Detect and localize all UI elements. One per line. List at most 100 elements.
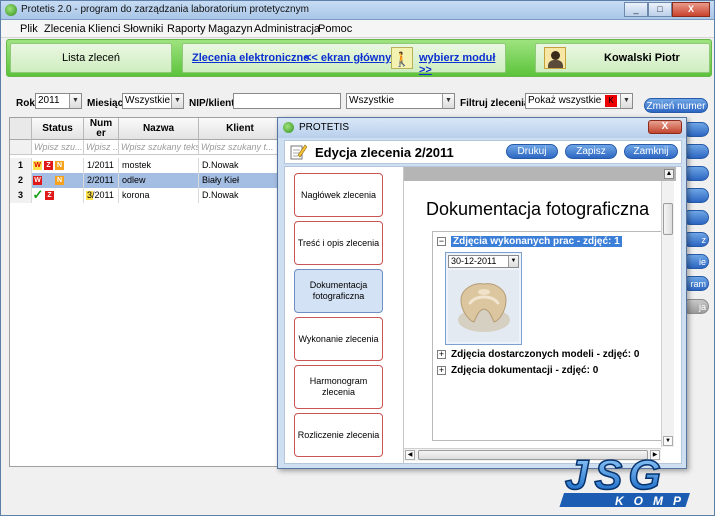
tree-node-wykonane[interactable]: − Zdjęcia wykonanych prac - zdjęć: 1 <box>437 236 622 247</box>
klient-cell: Biały Kieł <box>199 173 280 188</box>
menu-plik[interactable]: Plik <box>20 23 38 35</box>
menu-raporty[interactable]: Raporty <box>167 23 206 35</box>
photo-tree: − Zdjęcia wykonanych prac - zdjęć: 1 30-1… <box>432 231 664 441</box>
status-column-header[interactable]: Status <box>32 118 84 140</box>
orders-table: Status Numer Nazwa Klient Wpisz szu... W… <box>9 117 281 467</box>
status-select[interactable]: Wszystkie ▼ <box>346 93 455 109</box>
klient-column-header[interactable]: Klient <box>199 118 280 140</box>
walking-person-icon[interactable]: 🚶 <box>391 47 413 69</box>
nazwa-column-header[interactable]: Nazwa <box>119 118 199 140</box>
collapse-icon: − <box>437 235 446 246</box>
numer-column-header[interactable]: Numer <box>84 118 119 140</box>
title-bar: Protetis 2.0 - program do zarządzania la… <box>1 1 714 20</box>
zlecenia-elektroniczne-link[interactable]: Zlecenia elektroniczne <box>192 52 309 64</box>
status-cell: W N <box>32 173 84 188</box>
menu-magazyn[interactable]: Magazyn <box>208 23 253 35</box>
dialog-body: Nagłówek zlecenia Treść i opis zlecenia … <box>284 166 682 464</box>
miesiac-select[interactable]: Wszystkie ▼ <box>122 93 184 109</box>
tree-node-modele[interactable]: + Zdjęcia dostarczonych modeli - zdjęć: 0 <box>437 349 639 360</box>
klient-cell: D.Nowak <box>199 158 280 173</box>
photo-date-select[interactable]: 30-12-2011 ▼ <box>448 255 519 268</box>
menu-slowniki[interactable]: Słowniki <box>123 23 163 35</box>
menu-klienci[interactable]: Klienci <box>88 23 120 35</box>
nip-label: NIP/klient <box>189 98 235 109</box>
status-cell: W Z N <box>32 158 84 173</box>
module-navigation: Zlecenia elektroniczne << ekran główny 🚶… <box>182 43 506 76</box>
minimize-button[interactable]: _ <box>624 2 648 17</box>
menu-pomoc[interactable]: Pomoc <box>318 23 352 35</box>
status-w-badge: W <box>33 176 42 185</box>
status-filter-input[interactable]: Wpisz szu... <box>32 140 84 155</box>
dialog-title: PROTETIS <box>299 122 350 133</box>
chevron-down-icon: ▼ <box>508 256 518 267</box>
rok-label: Rok <box>16 98 35 109</box>
tab-naglowek[interactable]: Nagłówek zlecenia <box>294 173 383 217</box>
filtruj-label: Filtruj zlecenia <box>460 98 530 109</box>
tab-tresc[interactable]: Treść i opis zlecenia <box>294 221 383 265</box>
klient-filter-input[interactable]: Wpisz szukany t... <box>199 140 280 155</box>
row-number: 3 <box>10 188 32 203</box>
tab-content-panel: ▲ Dokumentacja fotograficzna − Zdjęcia wy… <box>403 167 676 463</box>
status-w-badge: W <box>33 161 42 170</box>
close-dialog-button[interactable]: Zamknij <box>624 144 678 159</box>
status-z-badge: Z <box>44 161 53 170</box>
miesiac-label: Miesiąc <box>87 98 124 109</box>
app-icon <box>283 122 294 133</box>
tree-node-dokumentacja[interactable]: + Zdjęcia dokumentacji - zdjęć: 0 <box>437 365 598 376</box>
tab-dokumentacja[interactable]: Dokumentacja fotograficzna <box>294 269 383 313</box>
lista-zlecen-button[interactable]: Lista zleceń <box>10 43 172 73</box>
svg-text:JSG: JSG <box>565 453 667 498</box>
vertical-scrollbar[interactable]: ▼ <box>661 181 674 447</box>
chevron-down-icon: ▼ <box>620 94 632 108</box>
photo-card[interactable]: 30-12-2011 ▼ <box>445 252 522 345</box>
klient-cell: D.Nowak <box>199 188 280 203</box>
tab-wykonanie[interactable]: Wykonanie zlecenia <box>294 317 383 361</box>
zmien-numer-button[interactable]: Zmień numer <box>644 98 708 113</box>
row-number: 1 <box>10 158 32 173</box>
filtruj-select[interactable]: Pokaż wszystkie K ▼ <box>525 93 633 109</box>
dialog-header: Edycja zlecenia 2/2011 Drukuj Zapisz Zam… <box>284 140 682 164</box>
tab-harmonogram[interactable]: Harmonogram zlecenia <box>294 365 383 409</box>
maximize-button[interactable]: □ <box>648 2 672 17</box>
numer-cell: 1/2011 <box>84 158 119 173</box>
nazwa-cell: mostek <box>119 158 199 173</box>
tab-rozliczenie[interactable]: Rozliczenie zlecenia <box>294 413 383 457</box>
window-title: Protetis 2.0 - program do zarządzania la… <box>21 4 309 15</box>
nazwa-filter-input[interactable]: Wpisz szukany tekst <box>119 140 199 155</box>
dental-photo-image[interactable] <box>448 270 519 342</box>
status-n-badge: N <box>55 161 64 170</box>
save-button[interactable]: Zapisz <box>565 144 617 159</box>
user-avatar-icon <box>544 47 566 69</box>
menu-administracja[interactable]: Administracja <box>254 23 320 35</box>
nazwa-cell: odlew <box>119 173 199 188</box>
close-button[interactable]: X <box>672 2 710 17</box>
top-navigation: Lista zleceń Zlecenia elektroniczne << e… <box>6 39 712 77</box>
scroll-left-icon[interactable]: ◀ <box>405 450 415 460</box>
check-icon: ✓ <box>32 188 44 202</box>
wybierz-modul-link[interactable]: wybierz moduł >> <box>419 52 505 76</box>
numer-filter-input[interactable]: Wpisz ... <box>84 140 119 155</box>
expand-icon: + <box>437 348 446 359</box>
scroll-down-icon[interactable]: ▼ <box>663 436 673 446</box>
row-number: 2 <box>10 173 32 188</box>
scroll-thumb[interactable] <box>663 203 673 235</box>
menu-zlecenia[interactable]: Zlecenia <box>44 23 86 35</box>
svg-text:KOMP: KOMP <box>615 494 691 508</box>
print-button[interactable]: Drukuj <box>506 144 558 159</box>
content-top-strip: ▲ <box>404 167 676 181</box>
dialog-close-button[interactable]: X <box>648 120 682 134</box>
ekran-glowny-link[interactable]: << ekran główny <box>305 52 391 64</box>
dialog-heading: Edycja zlecenia 2/2011 <box>315 145 454 160</box>
table-row[interactable]: 3 ✓ Z 3/2011 korona D.Nowak <box>10 188 280 203</box>
order-edit-dialog: PROTETIS X Edycja zlecenia 2/2011 Drukuj… <box>277 117 687 469</box>
rok-select[interactable]: 2011 ▼ <box>35 93 82 109</box>
chevron-down-icon: ▼ <box>442 94 454 108</box>
table-row[interactable]: 1 W Z N 1/2011 mostek D.Nowak <box>10 158 280 173</box>
main-window: Protetis 2.0 - program do zarządzania la… <box>0 0 715 516</box>
table-row[interactable]: 2 W N 2/2011 odlew Biały Kieł <box>10 173 280 188</box>
jsg-komp-logo: JSG KOMP <box>559 453 691 508</box>
scroll-up-icon[interactable]: ▲ <box>664 169 674 179</box>
nip-input[interactable] <box>233 93 341 109</box>
nazwa-cell: korona <box>119 188 199 203</box>
filter-row-spacer <box>10 140 32 155</box>
